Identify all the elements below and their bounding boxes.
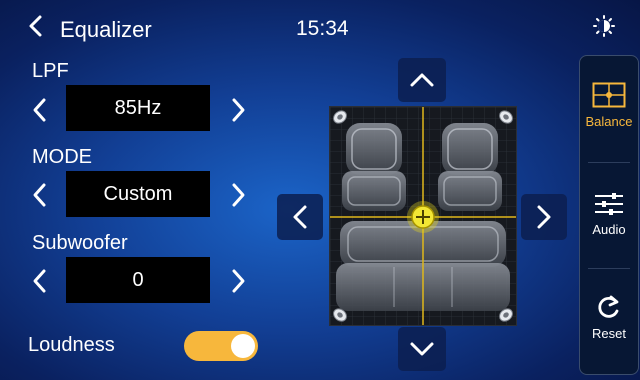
loudness-toggle[interactable] (184, 331, 258, 361)
brightness-icon[interactable] (593, 15, 615, 37)
page-title: Equalizer (60, 17, 152, 42)
balance-right-button[interactable] (521, 194, 567, 240)
equalizer-sliders-icon (595, 193, 623, 215)
balance-icon (592, 82, 626, 108)
mode-decrease-button[interactable] (28, 181, 52, 209)
tab-balance[interactable]: Balance (580, 82, 638, 129)
side-panel: Balance Audio Reset (579, 55, 639, 375)
subwoofer-increase-button[interactable] (226, 267, 250, 295)
loudness-label: Loudness (28, 334, 115, 356)
lpf-value: 85Hz (66, 85, 210, 131)
balance-stage[interactable] (329, 106, 517, 326)
reset-label: Reset (592, 326, 626, 341)
clock: 15:34 (296, 17, 349, 40)
balance-left-button[interactable] (277, 194, 323, 240)
status-bar: Equalizer 15:34 (0, 0, 640, 52)
back-icon[interactable] (24, 14, 48, 38)
divider (588, 162, 630, 163)
balance-down-button[interactable] (398, 327, 446, 371)
lpf-label: LPF (32, 60, 69, 82)
mode-label: MODE (32, 146, 92, 168)
front-right-seat-icon (438, 123, 502, 211)
front-left-seat-icon (342, 123, 406, 211)
reset-icon (598, 295, 619, 318)
tab-audio[interactable]: Audio (580, 192, 638, 237)
subwoofer-value: 0 (66, 257, 210, 303)
tab-audio-label: Audio (592, 222, 626, 237)
toggle-knob (231, 334, 255, 358)
lpf-decrease-button[interactable] (28, 96, 52, 124)
balance-up-button[interactable] (398, 58, 446, 102)
divider (588, 268, 630, 269)
tab-balance-label: Balance (585, 114, 633, 129)
lpf-increase-button[interactable] (226, 96, 250, 124)
mode-value: Custom (66, 171, 210, 217)
subwoofer-decrease-button[interactable] (28, 267, 52, 295)
mode-increase-button[interactable] (226, 181, 250, 209)
subwoofer-label: Subwoofer (32, 232, 128, 254)
reset-button[interactable]: Reset (580, 294, 638, 341)
